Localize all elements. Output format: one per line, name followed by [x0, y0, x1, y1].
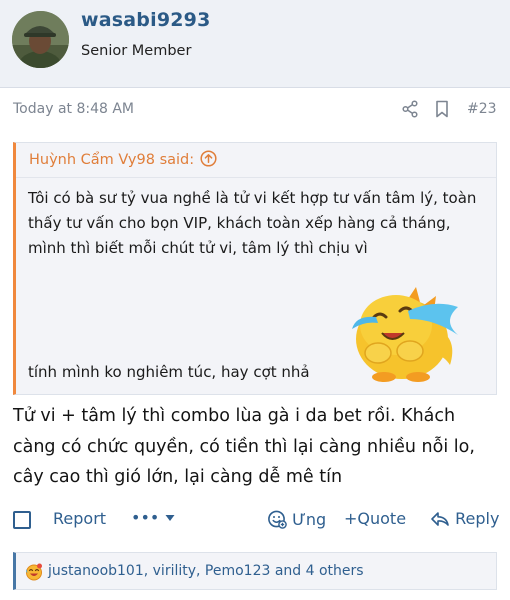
- crying-sticker-icon: [346, 269, 464, 383]
- more-options-button[interactable]: •••: [131, 508, 176, 527]
- arrow-up-circle-icon[interactable]: [200, 150, 217, 167]
- quote-text: Tôi có bà sư tỷ vua nghề là tử vi kết hợ…: [28, 189, 477, 257]
- message-body: Tử vi + tâm lý thì combo lùa gà i da bet…: [13, 406, 475, 487]
- react-button[interactable]: Ưng: [267, 509, 326, 529]
- post-action-bar: Report ••• Ưng +Quote Reply: [0, 504, 510, 536]
- post-number-link[interactable]: #23: [467, 101, 497, 117]
- quote-button[interactable]: +Quote: [344, 509, 406, 528]
- select-post-checkbox[interactable]: [13, 511, 31, 529]
- quote-author[interactable]: Huỳnh Cẩm Vy98 said:: [29, 152, 194, 168]
- quote-text-continued: tính mình ko nghiêm túc, hay cợt nhả: [28, 363, 310, 381]
- more-options-label: •••: [131, 508, 160, 527]
- quote-divider: [16, 177, 496, 178]
- laughing-emoji-icon: [26, 563, 42, 581]
- bookmark-icon[interactable]: [434, 100, 450, 118]
- smile-react-icon: [268, 510, 287, 529]
- quote-block: Huỳnh Cẩm Vy98 said: Tôi có bà sư tỷ vua…: [13, 142, 497, 395]
- react-label: Ưng: [292, 510, 327, 529]
- quote-header[interactable]: Huỳnh Cẩm Vy98 said:: [29, 150, 217, 172]
- reactions-bar[interactable]: justanoob101, virility, Pemo123 and 4 ot…: [13, 552, 497, 590]
- username[interactable]: wasabi9293: [81, 9, 211, 31]
- report-button[interactable]: Report: [53, 509, 106, 528]
- reply-label: Reply: [455, 509, 500, 528]
- post-timestamp[interactable]: Today at 8:48 AM: [13, 101, 134, 117]
- share-icon[interactable]: [401, 100, 419, 118]
- reaction-users-link[interactable]: justanoob101, virility, Pemo123 and 4 ot…: [48, 563, 364, 579]
- reply-button[interactable]: Reply: [430, 509, 499, 528]
- avatar[interactable]: [12, 11, 69, 68]
- reply-arrow-icon: [431, 512, 449, 526]
- user-title: Senior Member: [81, 43, 192, 59]
- chevron-down-icon: [165, 515, 175, 521]
- post-meta-row: Today at 8:48 AM #23: [0, 88, 510, 133]
- post-user-header: wasabi9293 Senior Member: [0, 0, 510, 88]
